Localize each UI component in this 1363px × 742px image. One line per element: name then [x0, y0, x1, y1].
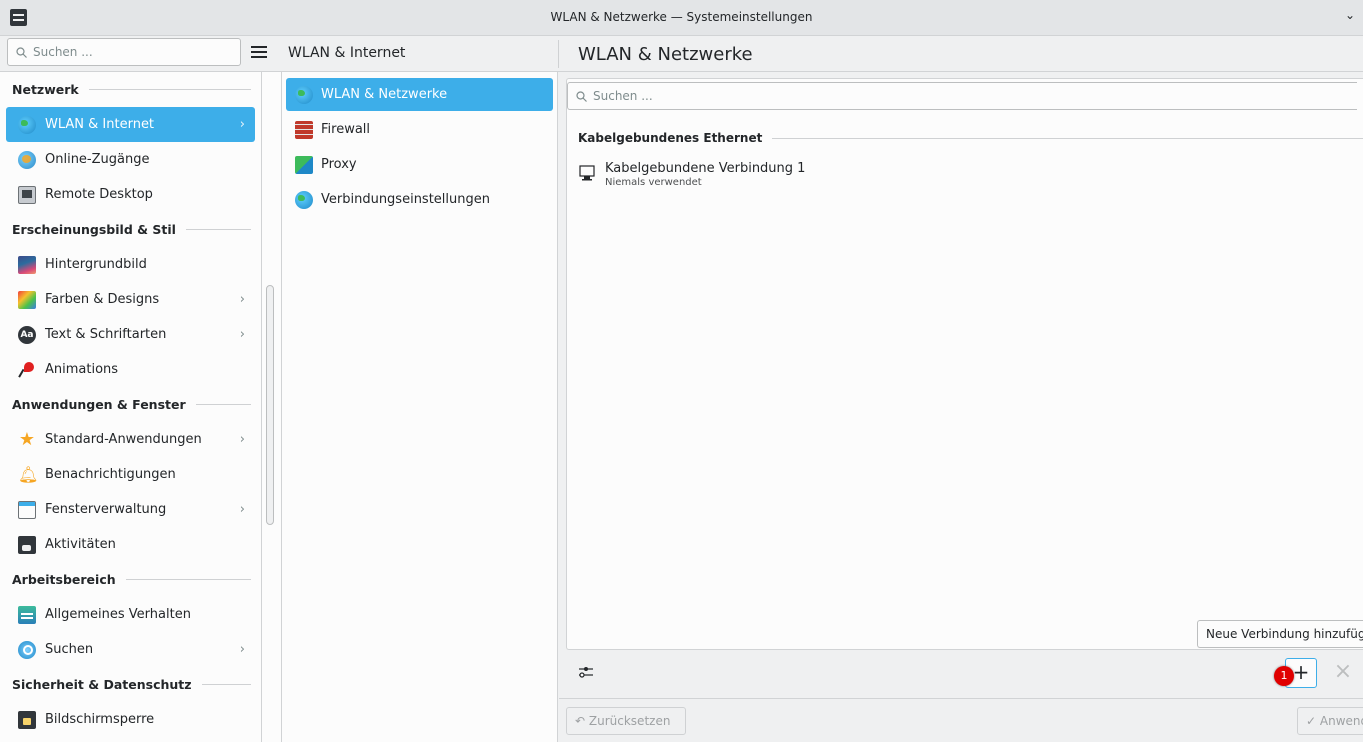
page-title: WLAN & Netzwerke	[578, 44, 753, 65]
fonts-icon: Aa	[18, 325, 36, 344]
sidebar-item-animations[interactable]: Animations	[6, 352, 255, 387]
proxy-icon	[295, 155, 313, 174]
sidebar-item-remote-desktop[interactable]: Remote Desktop	[6, 177, 255, 212]
sidebar-item-farben-designs[interactable]: Farben & Designs ›	[6, 282, 255, 317]
search-icon	[576, 90, 587, 102]
header-divider	[558, 40, 559, 68]
undo-icon: ↶	[575, 714, 586, 728]
sidebar-search-input[interactable]: Suchen ...	[7, 38, 241, 66]
sidebar-item-wlan-internet[interactable]: WLAN & Internet ›	[6, 107, 255, 142]
firewall-icon	[295, 120, 313, 139]
reset-button[interactable]: ↶ Zurücksetzen	[566, 707, 686, 735]
chevron-right-icon: ›	[239, 432, 245, 447]
chevron-right-icon: ›	[239, 642, 245, 657]
sidebar-section-netzwerk: Netzwerk	[0, 72, 261, 107]
globe-icon	[295, 190, 313, 209]
remove-connection-button[interactable]: ×	[1328, 658, 1358, 688]
sidebar-item-text-schriftarten[interactable]: Aa Text & Schriftarten ›	[6, 317, 255, 352]
hamburger-menu-icon[interactable]	[249, 42, 269, 62]
sidebar-item-online-zugaenge[interactable]: Online-Zugänge	[6, 142, 255, 177]
connection-name: Kabelgebundene Verbindung 1	[605, 161, 806, 176]
connection-status: Niemals verwendet	[605, 177, 702, 188]
sidebar-section-arbeitsbereich: Arbeitsbereich	[0, 562, 261, 597]
sidebar-scrollbar[interactable]	[262, 72, 282, 742]
connection-search-input[interactable]: Suchen ...	[567, 82, 1357, 110]
sidebar-section-erscheinungsbild: Erscheinungsbild & Stil	[0, 212, 261, 247]
bell-icon: 🔔︎	[18, 464, 39, 484]
general-behavior-icon	[18, 605, 36, 624]
globe-icon	[18, 115, 36, 134]
lock-icon	[18, 710, 36, 729]
chevron-right-icon: ›	[239, 327, 245, 342]
chevron-down-icon[interactable]: ⌄	[1345, 8, 1355, 22]
subcategory-panel: WLAN & Netzwerke Firewall Proxy Verbindu…	[282, 72, 558, 742]
online-accounts-icon	[18, 150, 36, 169]
globe-icon	[295, 85, 313, 104]
chevron-right-icon: ›	[239, 292, 245, 307]
ethernet-icon	[579, 165, 595, 181]
subcategory-verbindungseinstellungen[interactable]: Verbindungseinstellungen	[286, 183, 553, 216]
step-badge: 1	[1274, 666, 1294, 686]
content-panel: Suchen ... Kabelgebundenes Ethernet Kabe…	[559, 72, 1363, 742]
sidebar-item-allgemeines-verhalten[interactable]: Allgemeines Verhalten	[6, 597, 255, 632]
checkmark-icon: ✓	[1306, 714, 1317, 728]
search-icon	[16, 46, 27, 58]
sidebar-item-benachrichtigungen[interactable]: 🔔︎ Benachrichtigungen	[6, 457, 255, 492]
sidebar-item-aktivitaeten[interactable]: Aktivitäten	[6, 527, 255, 562]
colors-icon	[18, 290, 36, 309]
settings-sliders-icon[interactable]	[578, 664, 594, 680]
animation-icon	[18, 361, 36, 379]
connection-search-placeholder: Suchen ...	[593, 89, 653, 103]
wallpaper-icon	[18, 255, 36, 274]
subcategory-firewall[interactable]: Firewall	[286, 113, 553, 146]
subcategory-proxy[interactable]: Proxy	[286, 148, 553, 181]
apply-button[interactable]: ✓ Anwenden	[1297, 707, 1363, 735]
connection-item[interactable]: Kabelgebundene Verbindung 1 Niemals verw…	[579, 161, 805, 188]
remote-desktop-icon	[18, 185, 36, 204]
chevron-right-icon: ›	[239, 502, 245, 517]
sidebar-section-sicherheit: Sicherheit & Datenschutz	[0, 667, 261, 702]
search-icon	[18, 640, 36, 659]
sidebar: Netzwerk WLAN & Internet › Online-Zugäng…	[0, 72, 262, 742]
footer-bar: ↶ Zurücksetzen ✓ Anwenden	[559, 698, 1363, 742]
subcategory-wlan-netzwerke[interactable]: WLAN & Netzwerke	[286, 78, 553, 111]
chevron-right-icon: ›	[239, 117, 245, 132]
window-icon	[18, 500, 36, 519]
sidebar-item-hintergrundbild[interactable]: Hintergrundbild	[6, 247, 255, 282]
group-header-ethernet: Kabelgebundenes Ethernet	[578, 131, 1363, 145]
sidebar-item-suchen[interactable]: Suchen ›	[6, 632, 255, 667]
middle-panel-title: WLAN & Internet	[288, 45, 406, 61]
star-icon: ★	[18, 428, 36, 450]
activity-icon	[18, 535, 36, 554]
sidebar-item-bildschirmsperre[interactable]: Bildschirmsperre	[6, 702, 255, 737]
connections-list: Suchen ... Kabelgebundenes Ethernet Kabe…	[566, 78, 1363, 650]
add-connection-tooltip: Neue Verbindung hinzufügen	[1197, 620, 1363, 648]
sidebar-item-fensterverwaltung[interactable]: Fensterverwaltung ›	[6, 492, 255, 527]
title-bar: WLAN & Netzwerke — Systemeinstellungen ⌄	[0, 0, 1363, 36]
scrollbar-thumb[interactable]	[266, 285, 274, 525]
connection-toolbar: Neue Verbindung hinzufügen + 1 ×	[566, 620, 1363, 698]
window-title: WLAN & Netzwerke — Systemeinstellungen	[550, 10, 813, 24]
sidebar-item-standard-anwendungen[interactable]: ★ Standard-Anwendungen ›	[6, 422, 255, 457]
sidebar-search-placeholder: Suchen ...	[33, 45, 93, 59]
sidebar-section-anwendungen: Anwendungen & Fenster	[0, 387, 261, 422]
